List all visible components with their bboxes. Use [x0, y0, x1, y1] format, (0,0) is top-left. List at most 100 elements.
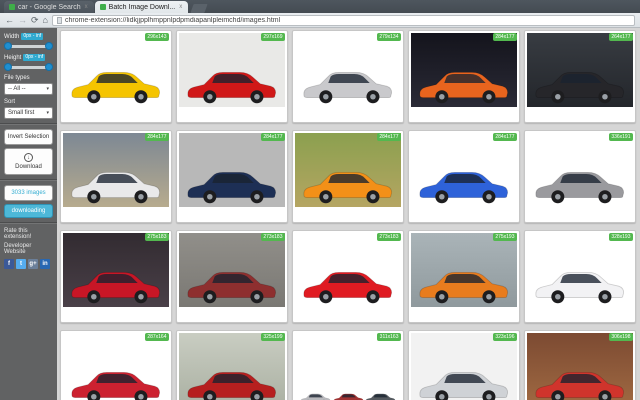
car-photo-car-lineup-group [295, 333, 401, 400]
image-card-white-mercedes-coupe[interactable]: 328x193 [524, 230, 636, 323]
size-badge: 264x177 [608, 33, 633, 41]
divider [0, 179, 57, 181]
size-badge: 275x193 [492, 233, 517, 241]
image-card-orange-roadster-field[interactable]: 284x177 [292, 130, 404, 223]
size-badge: 284x177 [144, 133, 169, 141]
download-button-label: Download [15, 164, 42, 170]
size-badge: 328x193 [608, 233, 633, 241]
car-photo-orange-concept-car [411, 33, 517, 107]
image-card-blue-concept-car[interactable]: 284x177 [176, 130, 288, 223]
divider [0, 222, 57, 224]
height-slider[interactable] [4, 62, 53, 72]
car-photo-silver-prius [411, 333, 517, 400]
invert-selection-button[interactable]: Invert Selection [4, 129, 53, 145]
car-photo-blue-concept-car [179, 133, 285, 207]
size-badge: 275x183 [144, 233, 169, 241]
image-card-red-audi-a1[interactable]: 297x169 [176, 30, 288, 123]
car-photo-red-jaguar-autoshow [63, 233, 169, 307]
tab-close-icon[interactable]: x [85, 4, 88, 10]
image-card-red-audi-sedan[interactable]: 287x164 [60, 330, 172, 400]
image-card-orange-concept-car[interactable]: 284x177 [408, 30, 520, 123]
image-card-silver-prius[interactable]: 323x196 [408, 330, 520, 400]
car-photo-red-audi-a1 [179, 33, 285, 107]
car-photo-black-camaro [527, 33, 633, 107]
car-photo-gray-jetta-side [527, 133, 633, 207]
size-badge: 279x134 [376, 33, 401, 41]
size-badge: 284x177 [376, 133, 401, 141]
size-badge: 273x183 [260, 233, 285, 241]
image-grid-area: 296x143 297x169 279x134 284x177 264x177 284x1… [57, 28, 640, 400]
tab-label: Batch Image Downl... [108, 3, 176, 11]
rate-extension-link[interactable]: Rate this extension! [4, 228, 53, 240]
width-slider-min-handle[interactable] [4, 42, 12, 50]
downloading-button[interactable]: downloading [4, 204, 53, 218]
back-icon[interactable]: ← [5, 15, 14, 25]
reload-icon[interactable]: ⟳ [31, 15, 39, 25]
image-card-orange-mclaren[interactable]: 275x193 [408, 230, 520, 323]
size-badge: 284x177 [492, 133, 517, 141]
size-badge: 296x143 [144, 33, 169, 41]
file-types-label: File types [4, 75, 30, 81]
tab-close-icon[interactable]: x [179, 4, 182, 10]
height-label: Height [4, 54, 22, 61]
facebook-icon[interactable]: f [4, 259, 14, 269]
size-badge: 284x177 [260, 133, 285, 141]
width-slider-max-handle[interactable] [45, 42, 53, 50]
tab-strip: car - Google Search x Batch Image Downl.… [0, 0, 640, 13]
forward-icon[interactable]: → [18, 15, 27, 25]
image-card-red-hyundai-i10[interactable]: 273x183 [292, 230, 404, 323]
image-card-dark-red-camaro[interactable]: 273x183 [176, 230, 288, 323]
address-bar[interactable]: chrome-extension://lidkjjpplhmppnlpdpmdi… [51, 14, 635, 26]
tab-batch-image-download[interactable]: Batch Image Downl... x [94, 1, 189, 13]
image-card-car-lineup-group[interactable]: 311x163 [292, 330, 404, 400]
image-card-yellow-hatchback[interactable]: 296x143 [60, 30, 172, 123]
width-slider[interactable] [4, 41, 53, 51]
file-types-select[interactable]: -- All -- ▾ [4, 83, 53, 95]
car-photo-orange-roadster-field [295, 133, 401, 207]
size-badge: 311x163 [377, 333, 401, 341]
car-photo-red-gt86-desert [527, 333, 633, 400]
size-badge: 284x177 [492, 33, 517, 41]
tab-favicon [99, 4, 106, 10]
image-card-red-black-bugatti[interactable]: 325x199 [176, 330, 288, 400]
image-card-gray-jetta-side[interactable]: 336x191 [524, 130, 636, 223]
images-count-badge: 3033 images [4, 185, 53, 201]
divider [0, 123, 57, 125]
twitter-icon[interactable]: t [16, 259, 26, 269]
size-badge: 336x191 [608, 133, 633, 141]
size-badge: 323x196 [492, 333, 517, 341]
height-slider-max-handle[interactable] [45, 63, 53, 71]
image-card-white-fiesta-cloudy[interactable]: 284x177 [60, 130, 172, 223]
sort-select[interactable]: Small first ▾ [4, 107, 53, 119]
chevron-down-icon: ▾ [46, 110, 49, 116]
image-grid: 296x143 297x169 279x134 284x177 264x177 284x1… [60, 30, 637, 400]
developer-website-link[interactable]: Developer Website [4, 243, 53, 255]
car-photo-orange-mclaren [411, 233, 517, 307]
image-card-red-jaguar-autoshow[interactable]: 275x183 [60, 230, 172, 323]
linkedin-icon[interactable]: in [40, 259, 50, 269]
size-badge: 306x198 [608, 333, 633, 341]
page-icon [56, 16, 62, 24]
sort-label: Sort [4, 99, 16, 105]
width-label: Width [4, 33, 20, 40]
car-photo-red-black-bugatti [179, 333, 285, 400]
download-button[interactable]: ↓ Download [4, 148, 53, 175]
car-photo-silver-passat [295, 33, 401, 107]
file-types-value: -- All -- [8, 86, 26, 92]
tab-favicon [9, 4, 15, 10]
car-photo-dark-red-camaro [179, 233, 285, 307]
size-badge: 325x199 [260, 333, 285, 341]
car-photo-red-audi-sedan [63, 333, 169, 400]
height-range-badge: 0px - inf [23, 54, 46, 61]
size-badge: 287x164 [144, 333, 169, 341]
image-card-black-camaro[interactable]: 264x177 [524, 30, 636, 123]
image-card-blue-fiesta-sedan[interactable]: 284x177 [408, 130, 520, 223]
tab-google-search[interactable]: car - Google Search x [4, 1, 94, 13]
home-icon[interactable]: ⌂ [43, 15, 48, 25]
image-card-silver-passat[interactable]: 279x134 [292, 30, 404, 123]
size-badge: 273x183 [376, 233, 401, 241]
height-slider-min-handle[interactable] [4, 63, 12, 71]
google-plus-icon[interactable]: g+ [28, 259, 38, 269]
new-tab-button[interactable] [190, 4, 208, 13]
image-card-red-gt86-desert[interactable]: 306x198 [524, 330, 636, 400]
